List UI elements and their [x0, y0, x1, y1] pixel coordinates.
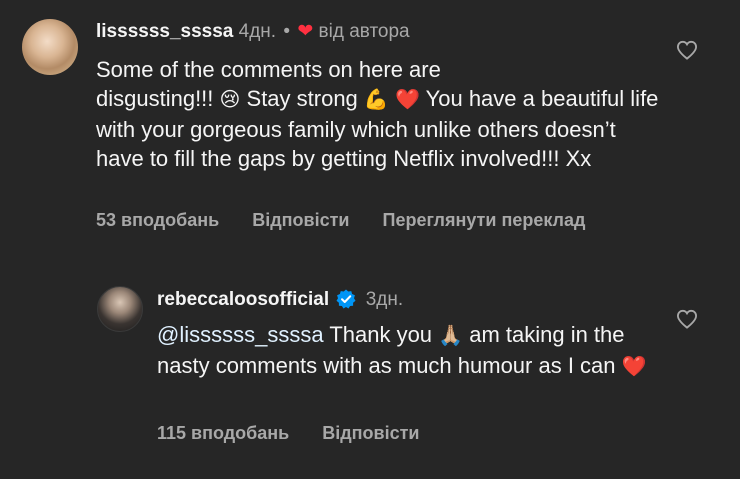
- red-heart-icon: ❤️: [394, 89, 420, 111]
- comment-text-part: You have a: [425, 86, 535, 111]
- comment-actions: 115 вподобань Відповісти: [157, 423, 448, 444]
- mention-link[interactable]: @lissssss_ssssa: [157, 322, 324, 347]
- comment-header: lissssss_ssssa 4дн. • ❤ від автора: [96, 20, 410, 44]
- flexed-biceps-icon: 💪: [363, 89, 389, 111]
- avatar-rebeccaloos[interactable]: [97, 286, 143, 332]
- comment-text-part: Some of the comments on here are: [96, 57, 441, 82]
- username[interactable]: rebeccaloosofficial: [157, 289, 329, 310]
- timestamp: 3дн.: [365, 289, 404, 310]
- likes-count[interactable]: 53 вподобань: [96, 210, 219, 230]
- folded-hands-icon: 🙏🏼: [438, 325, 464, 347]
- comment-text: Some of the comments on here are disgust…: [96, 55, 666, 173]
- likes-count[interactable]: 115 вподобань: [157, 423, 289, 443]
- verified-badge-icon: [336, 289, 356, 309]
- comment-text: @lissssss_ssssa Thank you 🙏🏼 am taking i…: [157, 320, 657, 382]
- username[interactable]: lissssss_ssssa: [96, 21, 233, 42]
- reply-button[interactable]: Відповісти: [322, 423, 419, 443]
- avatar-lissssss[interactable]: [22, 19, 78, 75]
- comment-text-part: Stay strong: [246, 86, 358, 111]
- comment-text-part: disgusting!!!: [96, 86, 214, 111]
- comment-header: rebeccaloosofficial 3дн.: [157, 288, 403, 312]
- red-heart-icon: ❤️: [621, 356, 647, 378]
- author-label: від автора: [318, 21, 410, 42]
- separator: •: [283, 21, 291, 42]
- heart-outline-icon[interactable]: [676, 309, 698, 329]
- heart-outline-icon[interactable]: [676, 40, 698, 60]
- author-heart-icon: ❤: [297, 21, 314, 42]
- crying-face-icon: 😢: [219, 89, 241, 111]
- translate-button[interactable]: Переглянути переклад: [383, 210, 586, 230]
- timestamp: 4дн.: [238, 21, 277, 42]
- reply-button[interactable]: Відповісти: [252, 210, 349, 230]
- comment-text-part: Thank you: [329, 322, 433, 347]
- comment-actions: 53 вподобань Відповісти Переглянути пере…: [96, 210, 613, 231]
